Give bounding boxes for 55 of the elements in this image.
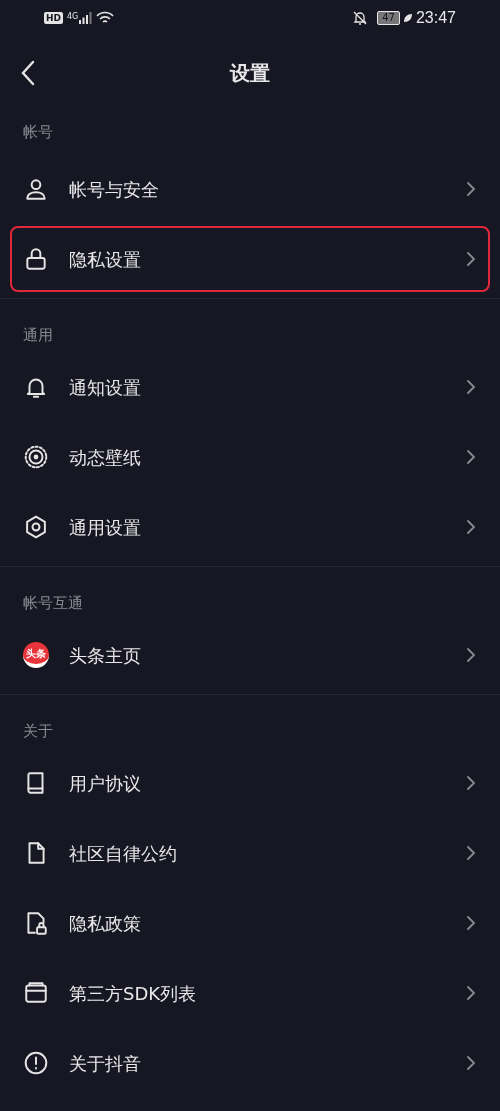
item-label: 帐号与安全 (69, 177, 160, 202)
settings-item[interactable]: 帐号与安全 (10, 156, 490, 222)
network-type: 4G (67, 11, 79, 23)
clock: 23:47 (415, 8, 456, 28)
item-label: 社区自律公约 (69, 841, 178, 866)
settings-item[interactable]: 用户协议 (10, 750, 490, 816)
settings-item[interactable]: 头条 头条主页 (10, 622, 490, 688)
chevron-right-icon (465, 251, 477, 267)
back-icon (20, 60, 36, 86)
chevron-right-icon (465, 647, 477, 663)
settings-item[interactable]: 第三方SDK列表 (10, 960, 490, 1026)
settings-icon (23, 514, 49, 540)
lock-icon (23, 246, 49, 272)
chevron-right-icon (465, 1055, 477, 1071)
item-label: 通用设置 (69, 515, 142, 540)
settings-item[interactable]: 通知设置 (10, 354, 490, 420)
settings-item[interactable]: 通用设置 (10, 494, 490, 560)
chevron-right-icon (465, 519, 477, 535)
leaf-icon (402, 13, 413, 23)
chevron-right-icon (465, 181, 477, 197)
item-label: 关于抖音 (69, 1051, 142, 1076)
bell-off-icon (353, 11, 368, 25)
wifi-icon (96, 11, 115, 25)
section-header: 帐号互通 (23, 592, 83, 614)
chevron-right-icon (465, 379, 477, 395)
item-label: 通知设置 (69, 375, 142, 400)
section-header: 帐号 (23, 121, 53, 143)
item-label: 隐私设置 (69, 247, 142, 272)
chevron-right-icon (465, 845, 477, 861)
hd-indicator: HD (44, 12, 63, 24)
back-button[interactable] (20, 60, 36, 86)
section-header: 通用 (23, 324, 53, 346)
chevron-right-icon (465, 985, 477, 1001)
section-header: 关于 (23, 720, 53, 742)
card-icon (23, 980, 49, 1006)
item-label: 隐私政策 (69, 911, 142, 936)
settings-item[interactable]: 关于抖音 (10, 1030, 490, 1096)
battery-indicator: 47 (377, 11, 400, 25)
item-label: 第三方SDK列表 (69, 981, 198, 1006)
page-title: 设置 (230, 60, 270, 87)
concentric-circles-icon (23, 444, 49, 470)
info-icon (23, 1050, 49, 1076)
signal-icon (78, 12, 93, 24)
settings-item[interactable]: 动态壁纸 (10, 424, 490, 490)
chevron-right-icon (465, 775, 477, 791)
item-label: 用户协议 (69, 771, 142, 796)
item-label: 动态壁纸 (69, 445, 142, 470)
settings-item[interactable]: 隐私政策 (10, 890, 490, 956)
app-badge-icon: 头条 (23, 642, 49, 668)
chevron-right-icon (465, 915, 477, 931)
settings-item[interactable]: 隐私设置 (10, 226, 490, 292)
settings-item[interactable]: 社区自律公约 (10, 820, 490, 886)
item-label: 头条主页 (69, 643, 142, 668)
user-icon (23, 176, 49, 202)
chevron-right-icon (465, 449, 477, 465)
